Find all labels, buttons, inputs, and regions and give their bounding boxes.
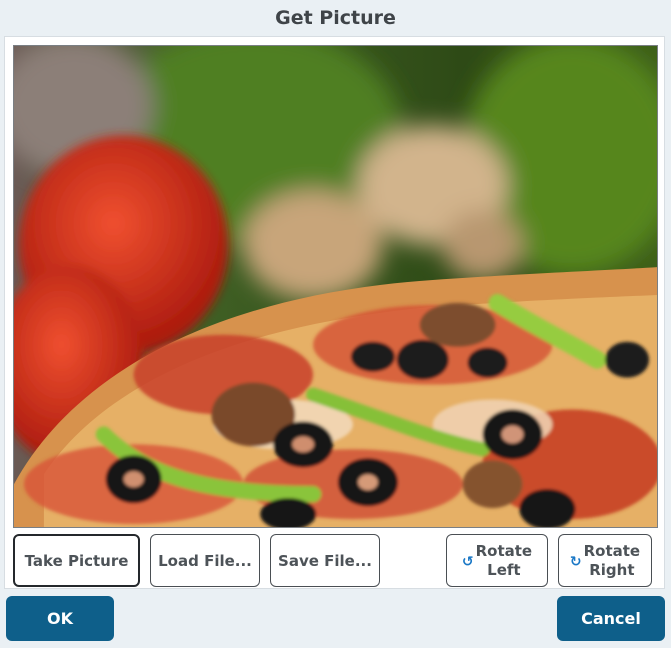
cancel-button[interactable]: Cancel bbox=[557, 596, 665, 641]
rotate-right-label-line2: Right bbox=[589, 560, 635, 579]
rotate-left-label-line2: Left bbox=[487, 560, 521, 579]
picture-preview bbox=[13, 45, 658, 528]
rotate-right-button[interactable]: ↻ Rotate Right bbox=[558, 534, 652, 587]
rotate-left-label-line1: Rotate bbox=[475, 541, 533, 560]
rotate-left-button[interactable]: ↺ Rotate Left bbox=[446, 534, 548, 587]
rotate-left-icon: ↺ bbox=[461, 554, 474, 570]
rotate-right-icon: ↻ bbox=[569, 554, 582, 570]
dialog-title: Get Picture bbox=[275, 7, 396, 29]
save-file-button[interactable]: Save File... bbox=[270, 534, 380, 587]
ok-button[interactable]: OK bbox=[6, 596, 114, 641]
load-file-button[interactable]: Load File... bbox=[150, 534, 260, 587]
take-picture-button[interactable]: Take Picture bbox=[13, 534, 140, 587]
pizza-photo bbox=[14, 46, 657, 527]
rotate-right-label-line1: Rotate bbox=[583, 541, 641, 560]
